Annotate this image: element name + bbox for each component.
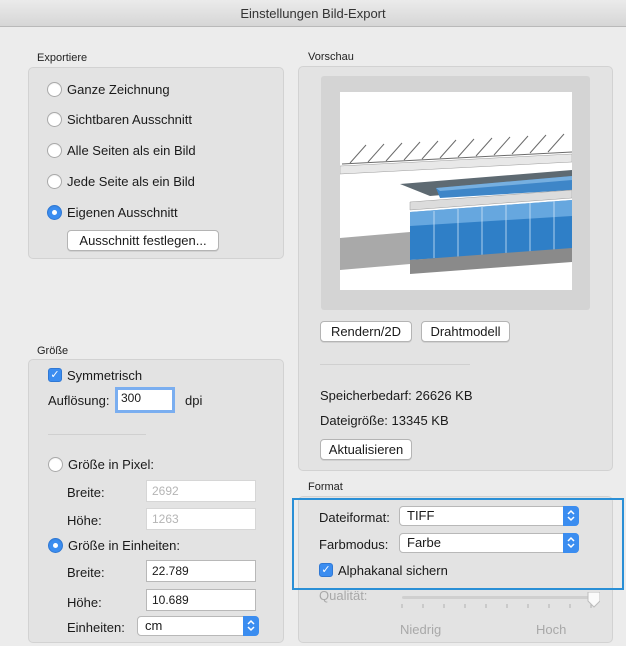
memory-label: Speicherbedarf:: [320, 388, 412, 403]
building-rendering: [339, 133, 573, 274]
units-select-value: cm: [145, 618, 163, 633]
slider-thumb-icon: [587, 591, 601, 608]
radio-label: Eigenen Ausschnitt: [67, 204, 178, 220]
resolution-input[interactable]: 300: [115, 387, 175, 413]
export-group-title: Exportiere: [37, 52, 88, 64]
format-group-title: Format: [308, 481, 343, 493]
refresh-button[interactable]: Aktualisieren: [320, 439, 412, 460]
quality-slider[interactable]: [400, 591, 601, 618]
colormode-label: Farbmodus:: [319, 537, 389, 552]
title-bar: Einstellungen Bild-Export: [0, 0, 626, 27]
alpha-label: Alphakanal sichern: [338, 562, 448, 578]
radio-button[interactable]: [48, 456, 63, 472]
preview-image: [339, 92, 573, 290]
wireframe-button[interactable]: Drahtmodell: [421, 321, 510, 342]
resolution-label: Auflösung:: [48, 393, 110, 408]
define-section-button[interactable]: Ausschnitt festlegen...: [67, 230, 219, 251]
radio-button[interactable]: [47, 81, 62, 97]
preview-separator: [320, 364, 470, 365]
symmetric-checkbox[interactable]: ✓: [48, 368, 62, 382]
preview-group-title: Vorschau: [308, 51, 354, 63]
radio-button[interactable]: [47, 142, 62, 158]
radio-size-in-pixels[interactable]: Größe in Pixel:: [48, 455, 154, 473]
alpha-checkbox-row[interactable]: ✓ Alphakanal sichern: [319, 561, 448, 579]
radio-button[interactable]: [47, 111, 62, 127]
radio-button-selected[interactable]: [48, 537, 63, 553]
window-title: Einstellungen Bild-Export: [240, 6, 386, 21]
radio-whole-drawing[interactable]: Ganze Zeichnung: [47, 80, 170, 98]
quality-label: Qualität:: [319, 588, 368, 603]
memory-value: 26626 KB: [415, 388, 473, 403]
unit-width-input[interactable]: 22.789: [146, 560, 256, 582]
chevron-updown-icon: [563, 533, 579, 553]
pixel-height-field: 1263: [146, 508, 256, 530]
chevron-updown-icon: [563, 506, 579, 526]
filesize-label: Dateigröße:: [320, 413, 388, 428]
fileformat-label: Dateiformat:: [319, 510, 390, 525]
radio-label: Alle Seiten als ein Bild: [67, 142, 196, 158]
filesize-row: Dateigröße: 13345 KB: [320, 413, 449, 428]
unit-height-label: Höhe:: [67, 595, 102, 610]
fileformat-value: TIFF: [407, 508, 435, 523]
radio-label: Größe in Einheiten:: [68, 537, 181, 553]
symmetric-label: Symmetrisch: [67, 367, 143, 383]
size-separator: [48, 434, 146, 435]
quality-low-label: Niedrig: [400, 622, 442, 637]
radio-label: Größe in Pixel:: [68, 456, 154, 472]
pixel-width-field: 2692: [146, 480, 256, 502]
radio-button-selected[interactable]: [47, 204, 62, 220]
chevron-updown-icon: [243, 616, 259, 636]
resolution-unit: dpi: [185, 393, 203, 408]
radio-label: Ganze Zeichnung: [67, 81, 170, 97]
quality-high-label: Hoch: [536, 622, 567, 637]
radio-each-page-image[interactable]: Jede Seite als ein Bild: [47, 172, 195, 190]
unit-height-input[interactable]: 10.689: [146, 589, 256, 611]
render-2d-button[interactable]: Rendern/2D: [320, 321, 412, 342]
radio-label: Jede Seite als ein Bild: [67, 173, 195, 189]
pixel-height-label: Höhe:: [67, 513, 102, 528]
colormode-value: Farbe: [407, 535, 441, 550]
fileformat-select[interactable]: TIFF: [399, 506, 579, 526]
units-select[interactable]: cm: [137, 616, 259, 636]
size-group-title: Größe: [37, 345, 69, 357]
radio-visible-section[interactable]: Sichtbaren Ausschnitt: [47, 110, 192, 128]
alpha-checkbox[interactable]: ✓: [319, 563, 333, 577]
radio-custom-section[interactable]: Eigenen Ausschnitt: [47, 203, 178, 221]
pixel-width-label: Breite:: [67, 485, 105, 500]
unit-width-label: Breite:: [67, 565, 105, 580]
colormode-select[interactable]: Farbe: [399, 533, 579, 553]
radio-all-pages-one-image[interactable]: Alle Seiten als ein Bild: [47, 141, 196, 159]
radio-size-in-units[interactable]: Größe in Einheiten:: [48, 536, 180, 554]
radio-button[interactable]: [47, 173, 62, 189]
units-select-label: Einheiten:: [67, 620, 125, 635]
filesize-value: 13345 KB: [391, 413, 449, 428]
radio-label: Sichtbaren Ausschnitt: [67, 111, 193, 127]
memory-row: Speicherbedarf: 26626 KB: [320, 388, 473, 403]
symmetric-checkbox-row[interactable]: ✓ Symmetrisch: [48, 366, 142, 384]
